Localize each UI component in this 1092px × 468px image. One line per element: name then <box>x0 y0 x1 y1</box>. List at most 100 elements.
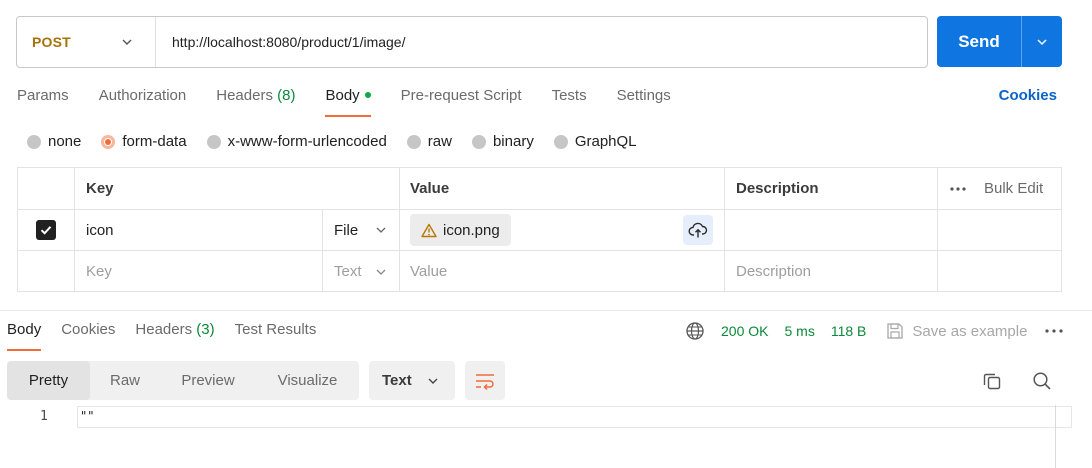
tab-settings-label: Settings <box>616 87 671 104</box>
row-spacer <box>938 251 1062 292</box>
view-pretty[interactable]: Pretty <box>7 361 90 400</box>
tab-authorization-label: Authorization <box>98 87 187 104</box>
tab-tests[interactable]: Tests <box>552 84 587 116</box>
body-indicator-dot <box>364 91 371 98</box>
row-checkbox-cell <box>18 210 75 250</box>
radio-urlencoded[interactable]: x-www-form-urlencoded <box>206 133 387 150</box>
chevron-down-icon <box>122 39 132 45</box>
radio-circle <box>553 134 568 149</box>
response-tab-headers-label: Headers <box>135 321 193 338</box>
status-code[interactable]: 200 OK <box>721 323 768 339</box>
response-body-editor[interactable]: 1 "" <box>0 405 1072 468</box>
view-raw[interactable]: Raw <box>90 361 160 400</box>
response-tab-body-label: Body <box>7 321 42 338</box>
active-line-highlight <box>77 406 1072 428</box>
wrap-lines-button[interactable] <box>465 361 505 400</box>
method-label: POST <box>32 34 71 50</box>
header-value: Value <box>400 168 725 209</box>
chevron-down-icon <box>376 269 386 275</box>
new-key-field[interactable]: Key <box>75 251 323 292</box>
radio-graphql[interactable]: GraphQL <box>553 133 637 150</box>
tab-settings[interactable]: Settings <box>617 84 671 116</box>
save-as-example-button[interactable]: Save as example <box>886 322 1027 340</box>
table-header-row: Key Value Description Bulk Edit <box>18 168 1061 210</box>
response-tab-cookies[interactable]: Cookies <box>61 318 115 351</box>
response-tab-body[interactable]: Body <box>7 318 42 351</box>
tab-params[interactable]: Params <box>17 84 69 116</box>
tab-body[interactable]: Body <box>325 84 371 117</box>
radio-none-label: none <box>48 133 82 150</box>
radio-binary[interactable]: binary <box>471 133 534 150</box>
row-key-field[interactable]: icon <box>75 210 323 250</box>
tab-prerequest-script[interactable]: Pre-request Script <box>401 84 522 116</box>
check-icon <box>40 226 52 235</box>
radio-circle-selected <box>101 134 116 149</box>
section-divider <box>0 310 1092 311</box>
more-horizontal-icon[interactable] <box>950 186 966 191</box>
new-type-select[interactable]: Text <box>323 251 400 292</box>
url-input[interactable] <box>156 17 927 67</box>
radio-none[interactable]: none <box>27 133 81 150</box>
cookies-link[interactable]: Cookies <box>999 84 1057 108</box>
row-enabled-checkbox[interactable] <box>36 220 56 240</box>
method-select[interactable]: POST <box>17 17 156 67</box>
tab-prerequest-label: Pre-request Script <box>400 87 522 104</box>
row-type-select[interactable]: File <box>323 210 400 250</box>
response-headers-count: (3) <box>196 321 215 338</box>
row-spacer <box>938 210 1062 250</box>
editor-scrollbar[interactable] <box>1055 405 1056 468</box>
chevron-down-icon <box>428 378 438 384</box>
tab-body-label: Body <box>325 87 360 104</box>
file-chip[interactable]: icon.png <box>410 214 511 246</box>
response-time[interactable]: 5 ms <box>784 323 814 339</box>
radio-graphql-label: GraphQL <box>574 133 637 150</box>
header-key: Key <box>75 168 400 209</box>
cloud-upload-button[interactable] <box>683 215 713 245</box>
search-button[interactable] <box>1029 368 1055 394</box>
view-visualize[interactable]: Visualize <box>256 361 359 400</box>
radio-circle <box>406 134 421 149</box>
chevron-down-icon <box>376 227 386 233</box>
radio-form-data[interactable]: form-data <box>101 133 187 150</box>
tab-headers[interactable]: Headers (8) <box>216 84 295 116</box>
chevron-down-icon <box>1037 38 1047 45</box>
globe-icon[interactable] <box>685 321 705 341</box>
view-mode-switch: Pretty Raw Preview Visualize <box>7 361 359 400</box>
copy-button[interactable] <box>979 368 1005 394</box>
headers-count-badge: (8) <box>277 87 296 104</box>
header-checkbox-cell <box>18 168 75 209</box>
tab-params-label: Params <box>17 87 69 104</box>
response-body-content: "" <box>80 409 95 423</box>
search-icon <box>1033 372 1051 390</box>
tab-authorization[interactable]: Authorization <box>99 84 187 116</box>
new-description-field[interactable]: Description <box>725 251 938 292</box>
file-name: icon.png <box>443 221 500 239</box>
radio-circle <box>206 134 221 149</box>
view-preview[interactable]: Preview <box>160 361 256 400</box>
send-options-button[interactable] <box>1022 16 1062 67</box>
response-more-button[interactable] <box>1045 329 1064 333</box>
format-select[interactable]: Text <box>369 361 455 400</box>
new-value-field[interactable]: Value <box>400 251 725 292</box>
row-description-field[interactable] <box>725 210 938 250</box>
response-tab-test-results[interactable]: Test Results <box>235 318 317 351</box>
radio-binary-label: binary <box>492 133 534 150</box>
bulk-edit-button[interactable]: Bulk Edit <box>984 180 1043 197</box>
row-value-cell: icon.png <box>400 210 725 250</box>
response-tab-headers[interactable]: Headers (3) <box>135 318 214 351</box>
format-label: Text <box>382 372 412 389</box>
radio-circle <box>471 134 486 149</box>
table-row: icon File icon.png <box>18 210 1061 251</box>
response-size[interactable]: 118 B <box>831 323 867 339</box>
send-button[interactable]: Send <box>937 16 1021 67</box>
radio-raw[interactable]: raw <box>406 133 452 150</box>
header-description: Description <box>725 168 938 209</box>
save-as-example-label: Save as example <box>912 322 1028 340</box>
response-tabs: Body Cookies Headers (3) Test Results <box>7 318 336 351</box>
warning-icon <box>421 223 437 237</box>
response-tab-test-results-label: Test Results <box>234 321 317 338</box>
table-row-new: Key Text Value Description <box>18 251 1061 292</box>
new-type-label: Text <box>334 263 362 280</box>
wrap-text-icon <box>476 373 494 390</box>
save-icon <box>887 323 904 339</box>
